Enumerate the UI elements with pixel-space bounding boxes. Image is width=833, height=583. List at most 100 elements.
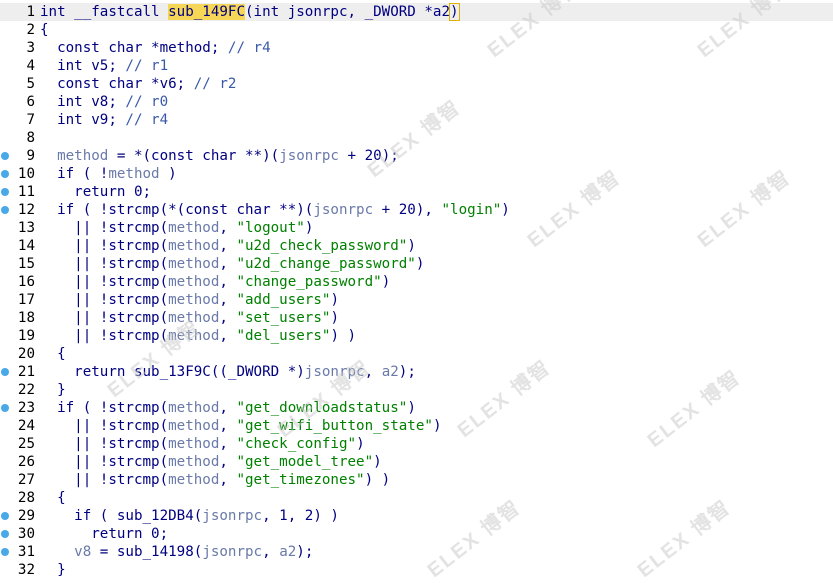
line-number: 7 — [26, 112, 35, 128]
code-line[interactable]: 22 } — [0, 381, 833, 399]
code-text[interactable]: || !strcmp(method, "get_model_tree") — [40, 453, 382, 471]
breakpoint-dot-icon[interactable] — [1, 152, 9, 160]
code-text[interactable]: return 0; — [40, 525, 168, 543]
code-line[interactable]: 7 int v9; // r4 — [0, 111, 833, 129]
line-number: 8 — [26, 130, 35, 146]
code-line[interactable]: 13 || !strcmp(method, "logout") — [0, 219, 833, 237]
code-line[interactable]: 15 || !strcmp(method, "u2d_change_passwo… — [0, 255, 833, 273]
line-number: 25 — [17, 436, 35, 452]
code-text[interactable]: v8 = sub_14198(jsonrpc, a2); — [40, 543, 313, 561]
line-number: 5 — [26, 76, 35, 92]
code-text[interactable]: || !strcmp(method, "get_wifi_button_stat… — [40, 417, 441, 435]
code-text[interactable]: || !strcmp(method, "get_timezones") ) — [40, 471, 390, 489]
code-text[interactable]: { — [40, 345, 66, 363]
line-number: 20 — [17, 346, 35, 362]
code-text[interactable]: { — [40, 21, 49, 39]
code-line[interactable]: 16 || !strcmp(method, "change_password") — [0, 273, 833, 291]
code-line[interactable]: 26 || !strcmp(method, "get_model_tree") — [0, 453, 833, 471]
code-line[interactable]: 19 || !strcmp(method, "del_users") ) — [0, 327, 833, 345]
code-text[interactable]: if ( sub_12DB4(jsonrpc, 1, 2) ) — [40, 507, 339, 525]
code-line[interactable]: 25 || !strcmp(method, "check_config") — [0, 435, 833, 453]
line-number: 3 — [26, 40, 35, 56]
code-line[interactable]: 5 const char *v6; // r2 — [0, 75, 833, 93]
line-number: 2 — [26, 22, 35, 38]
code-line[interactable]: 24 || !strcmp(method, "get_wifi_button_s… — [0, 417, 833, 435]
line-number: 15 — [17, 256, 35, 272]
code-text[interactable]: || !strcmp(method, "logout") — [40, 219, 313, 237]
code-text[interactable]: || !strcmp(method, "u2d_change_password"… — [40, 255, 424, 273]
code-line[interactable]: 28 { — [0, 489, 833, 507]
code-text[interactable]: || !strcmp(method, "change_password") — [40, 273, 390, 291]
line-number: 29 — [17, 508, 35, 524]
code-text[interactable]: return sub_13F9C((_DWORD *)jsonrpc, a2); — [40, 363, 416, 381]
code-line[interactable]: 10 if ( !method ) — [0, 165, 833, 183]
line-number: 10 — [17, 166, 35, 182]
code-line[interactable]: 4 int v5; // r1 — [0, 57, 833, 75]
line-number: 18 — [17, 310, 35, 326]
code-line[interactable]: 2{ — [0, 21, 833, 39]
code-line[interactable]: 20 { — [0, 345, 833, 363]
code-line[interactable]: 32 } — [0, 561, 833, 579]
code-line[interactable]: 3 const char *method; // r4 — [0, 39, 833, 57]
code-line[interactable]: 27 || !strcmp(method, "get_timezones") ) — [0, 471, 833, 489]
code-text[interactable]: method = *(const char **)(jsonrpc + 20); — [40, 147, 399, 165]
breakpoint-dot-icon[interactable] — [1, 512, 9, 520]
line-number: 31 — [17, 544, 35, 560]
code-text[interactable]: const char *method; // r4 — [40, 39, 271, 57]
code-line[interactable]: 17 || !strcmp(method, "add_users") — [0, 291, 833, 309]
breakpoint-dot-icon[interactable] — [1, 530, 9, 538]
code-text[interactable]: if ( !strcmp(method, "get_downloadstatus… — [40, 399, 416, 417]
line-number: 22 — [17, 382, 35, 398]
code-text[interactable]: } — [40, 561, 66, 579]
line-number: 23 — [17, 400, 35, 416]
code-line[interactable]: 31 v8 = sub_14198(jsonrpc, a2); — [0, 543, 833, 561]
line-number: 16 — [17, 274, 35, 290]
code-line[interactable]: 1 int __fastcall sub_149FC(int jsonrpc, _… — [0, 3, 833, 21]
line-number: 12 — [17, 202, 35, 218]
breakpoint-dot-icon[interactable] — [1, 404, 9, 412]
code-text[interactable]: if ( !strcmp(*(const char **)(jsonrpc + … — [40, 201, 510, 219]
code-text[interactable]: const char *v6; // r2 — [40, 75, 236, 93]
code-text[interactable]: || !strcmp(method, "set_users") — [40, 309, 339, 327]
line-number: 6 — [26, 94, 35, 110]
line-number: 14 — [17, 238, 35, 254]
code-text[interactable]: || !strcmp(method, "add_users") — [40, 291, 339, 309]
line-number: 13 — [17, 220, 35, 236]
code-line[interactable]: 18 || !strcmp(method, "set_users") — [0, 309, 833, 327]
code-text[interactable]: int v9; // r4 — [40, 111, 168, 129]
line-number: 21 — [17, 364, 35, 380]
code-text[interactable]: || !strcmp(method, "check_config") — [40, 435, 364, 453]
code-line[interactable]: 14 || !strcmp(method, "u2d_check_passwor… — [0, 237, 833, 255]
line-number: 27 — [17, 472, 35, 488]
code-line[interactable]: 9 method = *(const char **)(jsonrpc + 20… — [0, 147, 833, 165]
code-text[interactable]: } — [40, 381, 66, 399]
pseudocode-editor[interactable]: 1 int __fastcall sub_149FC(int jsonrpc, _… — [0, 0, 833, 581]
line-number: 28 — [17, 490, 35, 506]
code-line[interactable]: 30 return 0; — [0, 525, 833, 543]
code-text[interactable]: || !strcmp(method, "u2d_check_password") — [40, 237, 416, 255]
breakpoint-dot-icon[interactable] — [1, 188, 9, 196]
code-line[interactable]: 6 int v8; // r0 — [0, 93, 833, 111]
code-text[interactable]: int __fastcall sub_149FC(int jsonrpc, _D… — [40, 3, 460, 21]
breakpoint-dot-icon[interactable] — [1, 206, 9, 214]
code-line[interactable]: 12 if ( !strcmp(*(const char **)(jsonrpc… — [0, 201, 833, 219]
line-number: 9 — [26, 148, 35, 164]
code-line[interactable]: 21 return sub_13F9C((_DWORD *)jsonrpc, a… — [0, 363, 833, 381]
line-number: 4 — [26, 58, 35, 74]
code-text[interactable]: int v5; // r1 — [40, 57, 168, 75]
code-text[interactable]: return 0; — [40, 183, 151, 201]
breakpoint-dot-icon[interactable] — [1, 368, 9, 376]
line-number: 1 — [26, 4, 35, 20]
line-number: 32 — [17, 562, 35, 578]
code-line[interactable]: 8 — [0, 129, 833, 147]
line-number: 30 — [17, 526, 35, 542]
code-text[interactable]: if ( !method ) — [40, 165, 177, 183]
breakpoint-dot-icon[interactable] — [1, 170, 9, 178]
code-line[interactable]: 29 if ( sub_12DB4(jsonrpc, 1, 2) ) — [0, 507, 833, 525]
code-text[interactable]: || !strcmp(method, "del_users") ) — [40, 327, 356, 345]
code-line[interactable]: 23 if ( !strcmp(method, "get_downloadsta… — [0, 399, 833, 417]
code-line[interactable]: 11 return 0; — [0, 183, 833, 201]
code-text[interactable]: int v8; // r0 — [40, 93, 168, 111]
code-text[interactable]: { — [40, 489, 66, 507]
breakpoint-dot-icon[interactable] — [1, 548, 9, 556]
